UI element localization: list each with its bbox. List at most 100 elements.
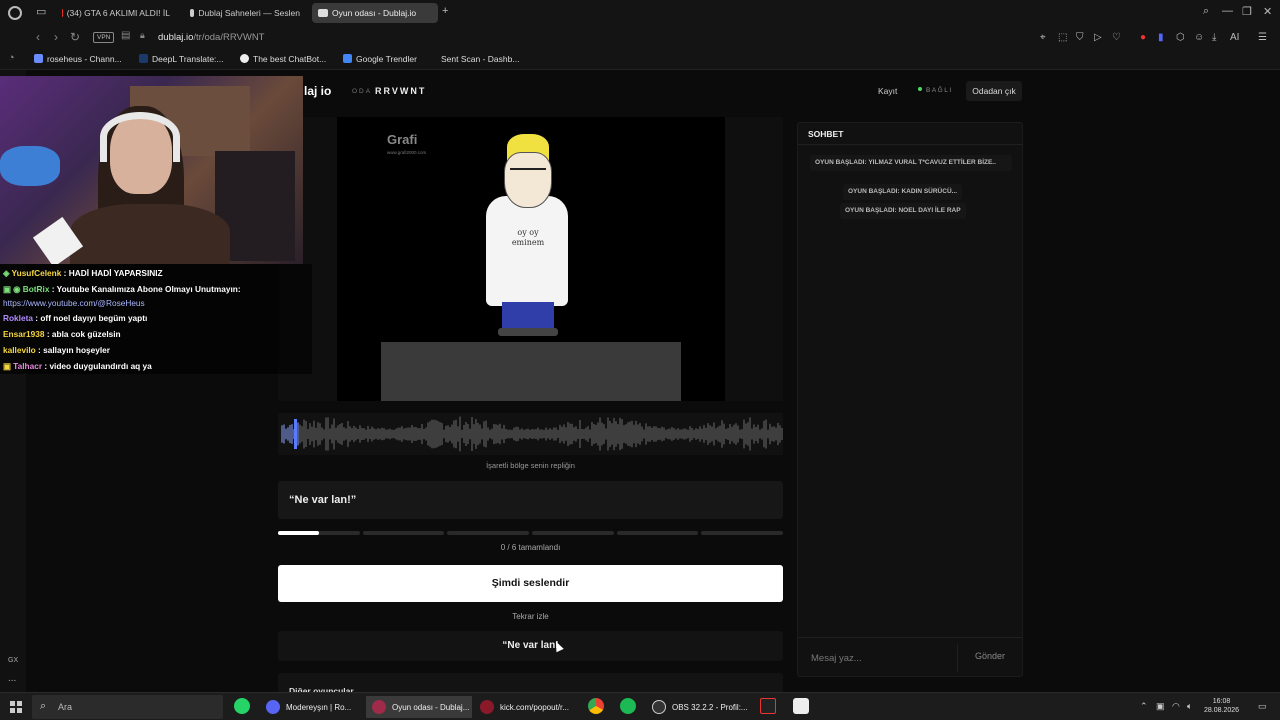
streamer-body — [70, 204, 230, 264]
deepl-icon — [139, 54, 148, 63]
screenshot-icon[interactable]: ⬚ — [1058, 32, 1067, 43]
restore-icon[interactable]: ❐ — [1242, 5, 1252, 18]
tab-overview-icon[interactable]: ▭ — [36, 5, 46, 18]
input-divider — [957, 644, 958, 672]
stream-chat-line: ▣ ◉ BotRix : Youtube Kanalımıza Abone Ol… — [3, 284, 241, 294]
page-icon[interactable]: ▤ — [121, 30, 130, 41]
waveform-graphic — [281, 416, 783, 452]
record-now-button[interactable]: Şimdi seslendir — [278, 565, 783, 602]
extensions-icon[interactable]: ⬡ — [1176, 32, 1185, 43]
whatsapp-icon[interactable] — [234, 698, 250, 714]
shield-icon[interactable]: ⛉ — [1076, 32, 1084, 43]
tab-oyun-odasi[interactable]: Oyun odası - Dublaj.io — [312, 3, 438, 23]
reload-icon[interactable]: ↻ — [70, 30, 80, 44]
replay-link[interactable]: Tekrar izle — [278, 612, 783, 621]
line-quote-box[interactable]: “Ne var lan! — [278, 631, 783, 661]
taskbar-opera-kick[interactable]: kick.com/popout/r... — [474, 696, 578, 718]
taskbar-discord[interactable]: Modereyşın | Ro... — [260, 696, 362, 718]
chatgpt-icon — [240, 54, 249, 63]
opera-icon — [480, 700, 494, 714]
stream-chat-line: ◈ YusufCelenk : HADİ HADİ YAPARSINIZ — [3, 268, 163, 278]
stream-chat-overlay: ◈ YusufCelenk : HADİ HADİ YAPARSINIZ ▣ ◉… — [0, 264, 312, 374]
youtube-icon — [62, 9, 63, 17]
system-message: OYUN BAŞLADI: KADIN SÜRÜCÜ... — [843, 184, 963, 200]
spotify-icon[interactable] — [620, 698, 636, 714]
opera-logo-icon[interactable] — [8, 6, 22, 20]
site-logo[interactable]: laj io — [304, 84, 331, 98]
bookmark-sent-scan[interactable]: Sent Scan - Dashb... — [441, 54, 519, 64]
stream-chat-line: Ensar1938 : abla cok güzelsin — [3, 329, 121, 339]
bookmarks-bar: ◔ roseheus - Chann... DeepL Translate:..… — [0, 50, 1280, 70]
snapshot-icon[interactable]: ⌖ — [1040, 32, 1046, 43]
opera-icon — [372, 700, 386, 714]
search-tabs-icon[interactable]: ⌕ — [1203, 5, 1209, 18]
waveform-caption: İşaretli bölge senin repliğin — [486, 461, 575, 470]
tab-dublaj-sahneleri[interactable]: Dublaj Sahneleri — Seslen — [184, 3, 306, 23]
windows-start-icon[interactable] — [10, 701, 22, 713]
bookmark-chatbot[interactable]: The best ChatBot... — [240, 54, 326, 64]
speed-dial-icon[interactable]: ◔ — [8, 52, 15, 64]
subtitle-box — [381, 342, 681, 401]
cartoon-shoes — [498, 328, 558, 336]
profile-icon[interactable]: ☺ — [1194, 32, 1204, 43]
audio-waveform[interactable] — [278, 413, 783, 455]
stream-chat-line: Rokleta : off noel dayıyı begüm yaptı — [3, 313, 148, 323]
room-label: ODA — [352, 88, 373, 95]
playhead-marker[interactable] — [294, 419, 297, 449]
menu-icon[interactable]: ☰ — [1258, 32, 1267, 43]
tray-app-icon[interactable]: ▣ — [1156, 701, 1165, 712]
send-button[interactable]: Gönder — [975, 651, 1005, 661]
ai-icon[interactable]: AI — [1230, 32, 1239, 43]
discord-icon — [266, 700, 280, 714]
record-link[interactable]: Kayıt — [878, 86, 897, 96]
current-line-box: “Ne var lan!” — [278, 481, 783, 519]
progress-segment — [616, 531, 699, 535]
game-app-icon[interactable] — [760, 698, 776, 714]
tray-chevron-icon[interactable]: ⌃ — [1140, 701, 1148, 712]
address-bar-row: ‹ › ↻ VPN ▤ 🔒︎ dublaj.io/tr/oda/RRVWNT ⌖… — [0, 26, 1280, 50]
status-dot-icon — [918, 87, 922, 91]
obs-icon — [652, 700, 666, 714]
taskbar-clock[interactable]: 16:08 28.08.2026 — [1204, 697, 1239, 715]
dublaj-icon — [190, 9, 195, 17]
chrome-icon[interactable] — [588, 698, 604, 714]
wifi-icon[interactable]: ◠ — [1172, 701, 1180, 712]
video-watermark-url: www.grafi2000.com — [387, 150, 427, 155]
cartoon-shirt-text: oy oy eminem — [511, 228, 545, 247]
dublaj-icon — [318, 9, 328, 17]
forward-icon[interactable]: › — [54, 30, 58, 44]
extension-blue-icon[interactable]: ▮ — [1158, 32, 1164, 43]
back-icon[interactable]: ‹ — [36, 30, 40, 44]
volume-icon[interactable]: 🔈︎ — [1187, 701, 1192, 712]
lock-icon[interactable]: 🔒︎ — [140, 30, 145, 41]
taskbar-opera-dublaj[interactable]: Oyun odası - Dublaj... — [366, 696, 472, 718]
tab-youtube[interactable]: (34) GTA 6 AKLIMI ALDI! İL — [56, 3, 176, 23]
close-icon[interactable]: ✕ — [1263, 5, 1272, 18]
bookmark-deepl[interactable]: DeepL Translate:... — [139, 54, 224, 64]
taskbar-obs[interactable]: OBS 32.2.2 - Profil:... — [646, 696, 752, 718]
minimize-icon[interactable]: — — [1222, 5, 1233, 17]
message-input[interactable]: Mesaj yaz... — [811, 653, 862, 664]
bookmark-roseheus[interactable]: roseheus - Chann... — [34, 54, 122, 64]
leave-room-button[interactable]: Odadan çık — [966, 81, 1022, 101]
other-players-section: Diğer oyuncular — [278, 673, 783, 696]
browser-tab-strip: ▭ (34) GTA 6 AKLIMI ALDI! İL Dublaj Sahn… — [0, 0, 1280, 26]
play-icon[interactable]: ▷ — [1094, 32, 1102, 43]
taskbar-search[interactable]: ⌕ Ara — [32, 695, 223, 719]
url-field[interactable]: dublaj.io/tr/oda/RRVWNT — [158, 32, 264, 43]
vpn-badge[interactable]: VPN — [93, 32, 115, 43]
bookmark-google-trends[interactable]: Google Trendler — [343, 54, 417, 64]
kick-icon — [34, 54, 43, 63]
gx-icon[interactable]: GX — [8, 657, 18, 664]
progress-segment — [532, 531, 614, 535]
system-message: OYUN BAŞLADI: YILMAZ VURAL T*CAVUZ ETTİL… — [810, 155, 1012, 171]
notification-icon[interactable]: ▭ — [1258, 701, 1267, 712]
sidebar-more-icon[interactable]: ... — [8, 673, 16, 684]
extension-red-icon[interactable]: ● — [1140, 32, 1146, 43]
capcut-icon[interactable] — [793, 698, 809, 714]
heart-icon[interactable]: ♡ — [1112, 32, 1121, 43]
download-icon[interactable]: ⤓ — [1212, 32, 1216, 43]
new-tab-button[interactable]: + — [442, 5, 448, 17]
stream-chat-link[interactable]: https://www.youtube.com/@RoseHeus — [3, 298, 145, 308]
room-code: RRVWNT — [375, 86, 427, 96]
